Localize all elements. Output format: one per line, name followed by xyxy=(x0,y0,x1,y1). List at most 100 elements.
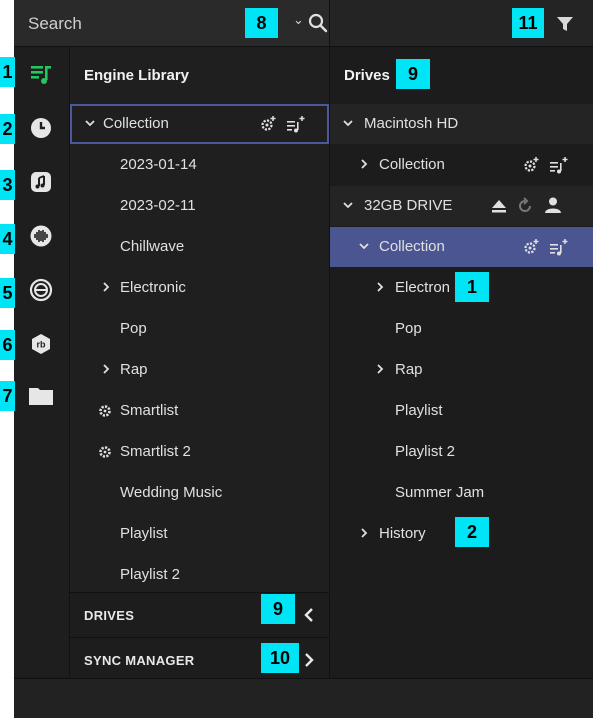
drive-item-playlist[interactable]: Playlist xyxy=(330,391,593,431)
library-item-label: 2023-01-14 xyxy=(120,156,197,173)
library-item-label: Electronic xyxy=(120,279,186,296)
rail-engine-library-button[interactable] xyxy=(26,59,56,89)
drives-header: Drives xyxy=(330,47,593,103)
add-playlist-icon[interactable] xyxy=(549,156,569,174)
drive-item-label: Playlist xyxy=(395,402,443,419)
add-playlist-icon[interactable] xyxy=(286,115,306,133)
library-item-wedding-music[interactable]: Wedding Music xyxy=(70,473,329,513)
smartlist-gear-icon xyxy=(99,446,111,458)
library-item-label: Chillwave xyxy=(120,238,185,255)
sync-manager-label: SYNC MANAGER xyxy=(84,653,195,668)
filter-icon[interactable] xyxy=(554,13,576,35)
search-placeholder: Search xyxy=(28,14,82,33)
drive-item-collection-selected[interactable]: Collection xyxy=(330,227,593,267)
drive-item-summer-jam[interactable]: Summer Jam xyxy=(330,473,593,513)
callout-label: 9 xyxy=(396,59,430,89)
rail-files-button[interactable] xyxy=(26,381,56,411)
callout-label: 4 xyxy=(0,224,15,254)
chevron-down-icon[interactable] xyxy=(358,239,370,253)
library-item-rap[interactable]: Rap xyxy=(70,350,329,390)
engine-dj-app: Search ⌄ rb Engine Library Collection 20… xyxy=(14,0,593,718)
add-playlist-icon[interactable] xyxy=(549,238,569,256)
chevron-down-icon[interactable] xyxy=(342,116,354,130)
chevron-right-icon[interactable] xyxy=(358,526,370,540)
library-item-pop[interactable]: Pop xyxy=(70,309,329,349)
drive-item-label: Pop xyxy=(395,320,422,337)
chevron-right-icon[interactable] xyxy=(303,652,315,668)
callout-label: 11 xyxy=(512,8,544,38)
library-item-label: Rap xyxy=(120,361,148,378)
drive-item-label: History xyxy=(379,525,426,542)
drive-label: 32GB DRIVE xyxy=(364,197,453,214)
source-rail: rb xyxy=(14,47,70,677)
rekordbox-icon: rb xyxy=(32,334,50,354)
rail-serato-button[interactable] xyxy=(26,275,56,305)
drive-32gb[interactable]: 32GB DRIVE xyxy=(330,186,593,226)
library-item-label: Smartlist xyxy=(120,402,179,419)
svg-text:rb: rb xyxy=(37,340,47,350)
callout-label: 2 xyxy=(455,517,489,547)
chevron-right-icon[interactable] xyxy=(374,362,386,376)
rail-apple-music-button[interactable] xyxy=(26,167,56,197)
chevron-down-icon[interactable] xyxy=(342,198,354,212)
rail-soundcloud-button[interactable] xyxy=(26,221,56,251)
drive-item-playlist-2[interactable]: Playlist 2 xyxy=(330,432,593,472)
library-item-label: Wedding Music xyxy=(120,484,223,501)
add-smartlist-icon[interactable] xyxy=(522,156,540,174)
user-profile-icon[interactable] xyxy=(544,196,562,214)
waveform-icon xyxy=(30,225,52,247)
library-item-2023-01-14[interactable]: 2023-01-14 xyxy=(70,145,329,185)
chevron-right-icon[interactable] xyxy=(100,362,112,376)
music-note-icon xyxy=(31,172,51,192)
drive-label: Macintosh HD xyxy=(364,115,459,132)
drives-panel: Drives Macintosh HD Collection 32GB DRIV… xyxy=(330,47,593,677)
callout-label: 8 xyxy=(245,8,278,38)
library-item-label: Pop xyxy=(120,320,147,337)
callout-label: 7 xyxy=(0,381,15,411)
engine-library-title: Engine Library xyxy=(84,67,190,84)
library-item-collection[interactable]: Collection xyxy=(70,104,329,144)
drive-macintosh-hd[interactable]: Macintosh HD xyxy=(330,104,593,144)
search-icon[interactable] xyxy=(307,12,329,34)
refresh-icon[interactable] xyxy=(516,197,534,215)
callout-label: 2 xyxy=(0,114,15,144)
chevron-down-icon[interactable] xyxy=(84,116,96,130)
drive-item-collection[interactable]: Collection xyxy=(330,145,593,185)
drive-item-pop[interactable]: Pop xyxy=(330,309,593,349)
drives-toggle-label: DRIVES xyxy=(84,608,135,623)
search-options-chevron-icon[interactable]: ⌄ xyxy=(293,12,304,28)
drive-item-rap[interactable]: Rap xyxy=(330,350,593,390)
library-item-label: Collection xyxy=(103,115,169,132)
library-item-chillwave[interactable]: Chillwave xyxy=(70,227,329,267)
callout-label: 10 xyxy=(261,643,299,673)
library-item-electronic[interactable]: Electronic xyxy=(70,268,329,308)
library-item-2023-02-11[interactable]: 2023-02-11 xyxy=(70,186,329,226)
smartlist-gear-icon xyxy=(99,405,111,417)
engine-library-header: Engine Library xyxy=(70,47,329,103)
library-item-smartlist[interactable]: Smartlist xyxy=(70,391,329,431)
add-smartlist-icon[interactable] xyxy=(522,238,540,256)
folder-icon xyxy=(29,388,53,405)
chevron-right-icon[interactable] xyxy=(100,280,112,294)
search-field[interactable]: Search ⌄ xyxy=(14,0,330,46)
library-item-smartlist-2[interactable]: Smartlist 2 xyxy=(70,432,329,472)
callout-label: 5 xyxy=(0,278,15,308)
status-bar xyxy=(14,678,593,718)
callout-label: 1 xyxy=(0,57,15,87)
rail-rekordbox-button[interactable]: rb xyxy=(26,329,56,359)
eject-icon[interactable] xyxy=(490,198,508,214)
library-item-playlist[interactable]: Playlist xyxy=(70,514,329,554)
library-item-label: Smartlist 2 xyxy=(120,443,191,460)
drives-title: Drives xyxy=(344,67,390,84)
library-item-playlist-2[interactable]: Playlist 2 xyxy=(70,555,329,595)
drive-item-label: Rap xyxy=(395,361,423,378)
drive-item-label: Electron xyxy=(395,279,451,296)
callout-label: 9 xyxy=(261,594,295,624)
chevron-right-icon[interactable] xyxy=(374,280,386,294)
drive-item-label: Playlist 2 xyxy=(395,443,456,460)
chevron-right-icon[interactable] xyxy=(358,157,370,171)
add-smartlist-icon[interactable] xyxy=(259,115,277,133)
top-bar: Search ⌄ xyxy=(14,0,593,47)
chevron-left-icon[interactable] xyxy=(303,607,315,623)
rail-history-button[interactable] xyxy=(26,113,56,143)
